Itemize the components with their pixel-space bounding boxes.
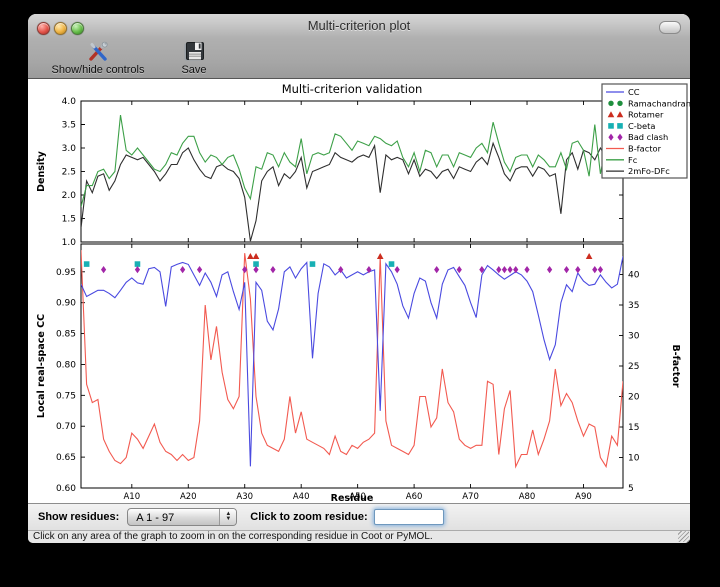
legend-label: 2mFo-DFc [628, 166, 670, 176]
density-tick-label: 3.5 [62, 121, 76, 131]
zoom-residue-input[interactable] [374, 509, 444, 525]
axis-ticks [81, 101, 623, 488]
chart-title: Multi-criterion validation [282, 82, 423, 96]
cc-tick-label: 0.70 [56, 422, 76, 432]
x-tick-label: A10 [123, 492, 140, 502]
legend: CCRamachandran RotamerC-betaBad clash B-fa… [602, 84, 690, 178]
residue-range-select[interactable]: A 1 - 97 ▲▼ [127, 508, 237, 526]
c-beta-markers [84, 261, 394, 267]
bfactor-tick-label: 30 [628, 332, 640, 342]
density-tick-label: 3.0 [62, 144, 77, 154]
cc-tick-label: 0.75 [56, 391, 76, 401]
x-tick-label: A60 [406, 492, 423, 502]
show-hide-controls-button[interactable]: Show/hide controls [34, 40, 162, 76]
density-tick-label: 1.5 [62, 215, 76, 225]
cc-axis-label: Local real-space CC [36, 314, 47, 418]
cc-tick-label: 0.80 [56, 360, 76, 370]
bfactor-tick-label: 25 [628, 362, 639, 372]
legend-label: B-factor [628, 144, 662, 154]
show-hide-controls-label: Show/hide controls [52, 64, 145, 76]
window-title: Multi-criterion plot [28, 18, 690, 33]
bad-clash-markers [101, 266, 603, 273]
show-residues-label: Show residues: [38, 511, 119, 523]
save-button[interactable]: Save [174, 40, 214, 76]
multi-criterion-plot[interactable]: A10A20A30A40A50A60A70A80A901.01.52.02.53… [28, 79, 690, 503]
legend-label: C-beta [628, 121, 656, 131]
legend-label: CC [628, 87, 640, 97]
bfactor-tick-label: 40 [628, 271, 640, 281]
fc-line [81, 115, 623, 207]
status-bar: Click on any area of the graph to zoom i… [28, 530, 690, 543]
density-tick-label: 1.0 [62, 238, 77, 248]
cc-panel-frame [81, 244, 623, 488]
toolbar-toggle-button[interactable] [659, 21, 681, 34]
resize-grip-icon[interactable] [678, 531, 689, 542]
x-tick-label: A30 [236, 492, 253, 502]
toolbar: Show/hide controls Save [28, 38, 690, 79]
cc-tick-label: 0.95 [56, 268, 76, 278]
save-label: Save [181, 64, 206, 76]
density-tick-label: 2.5 [62, 168, 76, 178]
bfactor-tick-label: 15 [628, 423, 639, 433]
rotamer-markers [247, 253, 592, 259]
plot-svg: A10A20A30A40A50A60A70A80A901.01.52.02.53… [28, 79, 690, 503]
legend-label: Fc [628, 155, 638, 165]
cc-tick-label: 0.65 [56, 453, 76, 463]
x-tick-label: A80 [519, 492, 536, 502]
bfactor-tick-label: 20 [628, 393, 640, 403]
x-tick-label: A40 [293, 492, 310, 502]
stepper-arrows-icon: ▲▼ [219, 509, 236, 525]
zoom-residue-label: Click to zoom residue: [250, 511, 367, 523]
cc-tick-label: 0.90 [56, 299, 76, 309]
legend-label: Rotamer [628, 110, 664, 120]
bfactor-tick-label: 10 [628, 454, 640, 464]
cc-tick-label: 0.60 [56, 484, 76, 494]
x-tick-label: A90 [575, 492, 592, 502]
bfactor-axis-label: B-factor [670, 344, 681, 387]
bfactor-tick-label: 5 [628, 484, 634, 494]
residue-range-value: A 1 - 97 [136, 512, 174, 524]
bfactor-tick-label: 35 [628, 301, 639, 311]
density-tick-label: 4.0 [62, 97, 77, 107]
legend-label: Bad clash [628, 132, 668, 142]
control-strip: Show residues: A 1 - 97 ▲▼ Click to zoom… [28, 503, 690, 530]
save-icon [182, 40, 206, 64]
multi-criterion-plot-window: Multi-criterion plot [28, 14, 690, 543]
x-axis-label: Residue [331, 493, 374, 503]
density-axis-label: Density [36, 150, 47, 192]
screen: Multi-criterion plot [0, 0, 720, 587]
titlebar[interactable]: Multi-criterion plot [28, 14, 690, 38]
cc-tick-label: 0.85 [56, 330, 76, 340]
x-tick-label: A20 [180, 492, 197, 502]
legend-label: Ramachandran [628, 98, 690, 108]
density-panel-frame [81, 101, 623, 242]
density-tick-label: 2.0 [62, 191, 77, 201]
tools-icon [86, 40, 110, 64]
cc-line [81, 256, 623, 466]
x-tick-label: A70 [462, 492, 479, 502]
